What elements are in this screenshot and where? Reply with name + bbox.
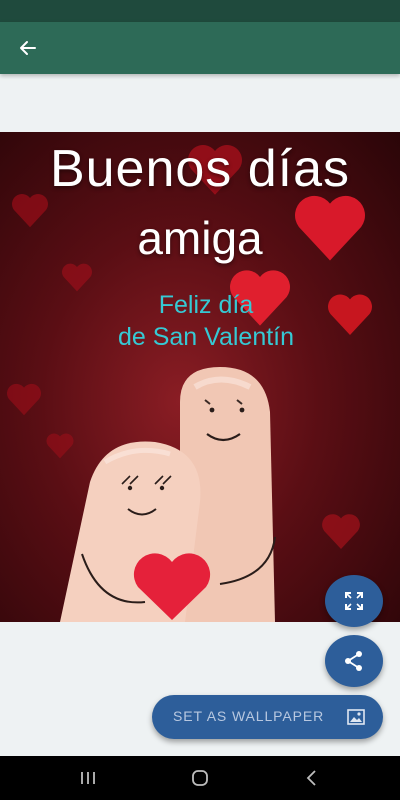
share-icon <box>345 651 362 671</box>
fullscreen-icon <box>345 592 363 610</box>
fullscreen-button[interactable] <box>325 575 383 627</box>
greeting-line-1: Buenos días <box>49 140 351 198</box>
status-bar <box>0 0 400 22</box>
heart-decoration <box>7 383 41 416</box>
back-button[interactable] <box>10 30 46 66</box>
home-icon <box>192 770 208 786</box>
greeting-line-2: amiga <box>137 212 263 264</box>
app-bar <box>0 22 400 74</box>
wallpaper-image: Buenos días amiga Feliz día de San Valen… <box>0 132 400 622</box>
back-nav-button[interactable] <box>292 762 332 794</box>
set-wallpaper-label: SET AS WALLPAPER <box>173 708 325 724</box>
set-wallpaper-button[interactable]: SET AS WALLPAPER <box>152 695 383 739</box>
system-nav-bar <box>0 756 400 800</box>
heart-decoration <box>62 263 92 292</box>
greeting-line-3: Feliz día <box>158 291 254 319</box>
recents-icon <box>81 772 95 784</box>
back-icon <box>306 770 316 786</box>
arrow-back-icon <box>20 41 36 55</box>
greeting-line-4: de San Valentín <box>117 323 295 351</box>
wallpaper-icon <box>347 709 365 725</box>
recents-button[interactable] <box>68 762 108 794</box>
finger-couple-illustration <box>60 367 276 622</box>
home-button[interactable] <box>180 762 220 794</box>
share-button[interactable] <box>325 635 383 687</box>
heart-decoration <box>322 514 360 550</box>
